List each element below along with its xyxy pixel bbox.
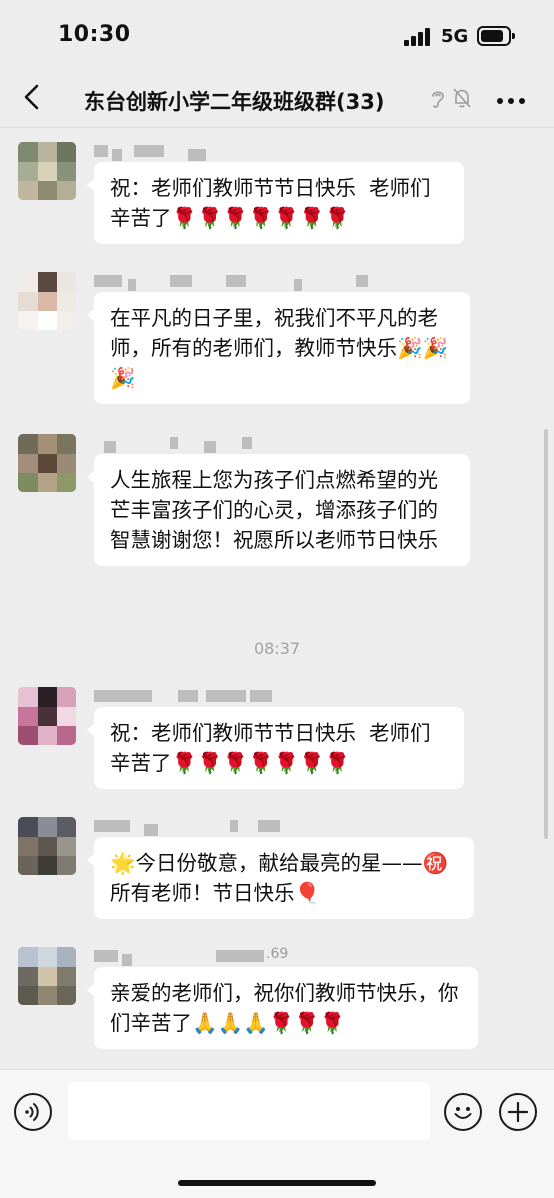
avatar[interactable] — [18, 687, 76, 745]
emoji-button[interactable] — [444, 1093, 482, 1131]
avatar[interactable] — [18, 434, 76, 492]
plus-icon — [507, 1101, 529, 1123]
smiley-icon — [454, 1107, 472, 1119]
sender-name: .69 — [94, 946, 414, 966]
chat-title: 东台创新小学二年级班级群(33) — [84, 90, 385, 114]
voice-icon — [25, 1103, 39, 1121]
home-indicator — [178, 1180, 376, 1186]
message-bubble[interactable]: 在平凡的日子里，祝我们不平凡的老师，所有的老师们，教师节快乐🎉🎉🎉 — [87, 292, 470, 404]
avatar[interactable] — [18, 272, 76, 330]
ear-icon — [432, 91, 444, 108]
message-text: 在平凡的日子里，祝我们不平凡的老师，所有的老师们，教师节快乐🎉🎉🎉 — [110, 306, 449, 390]
message-text: 祝：老师们教师节节日快乐 老师们辛苦了🌹🌹🌹🌹🌹🌹🌹 — [110, 176, 431, 230]
sender-name-suffix: .69 — [266, 946, 289, 962]
avatar[interactable] — [18, 947, 76, 1005]
avatar[interactable] — [18, 817, 76, 875]
voice-button[interactable] — [14, 1093, 52, 1131]
message-bubble[interactable]: 祝：老师们教师节节日快乐 老师们辛苦了🌹🌹🌹🌹🌹🌹🌹 — [87, 162, 464, 244]
plus-button[interactable] — [499, 1093, 537, 1131]
message-text: 🌟今日份敬意，献给最亮的星——㊗️所有老师！节日快乐🎈 — [110, 851, 449, 905]
sender-name — [94, 437, 414, 453]
sender-name — [94, 145, 414, 161]
sender-name — [94, 690, 414, 704]
timestamp: 08:37 — [253, 639, 301, 658]
input-bar — [0, 1069, 554, 1198]
status-time: 10:30 — [58, 22, 131, 47]
signal-icon — [404, 28, 434, 46]
message-bubble[interactable]: 祝：老师们教师节节日快乐 老师们辛苦了🌹🌹🌹🌹🌹🌹🌹 — [87, 707, 464, 789]
message-bubble[interactable]: 人生旅程上您为孩子们点燃希望的光芒丰富孩子们的心灵，增添孩子们的智慧谢谢您！祝愿… — [87, 454, 470, 566]
message-text: 祝：老师们教师节节日快乐 老师们辛苦了🌹🌹🌹🌹🌹🌹🌹 — [110, 721, 431, 775]
chat-area[interactable]: 祝：老师们教师节节日快乐 老师们辛苦了🌹🌹🌹🌹🌹🌹🌹 在平凡的日子里，祝我们不平… — [0, 129, 554, 1069]
message-bubble[interactable]: 🌟今日份敬意，献给最亮的星——㊗️所有老师！节日快乐🎈 — [87, 837, 474, 919]
network-label: 5G — [441, 26, 469, 47]
message-text: 亲爱的老师们，祝你们教师节快乐，你们辛苦了🙏🙏🙏🌹🌹🌹 — [110, 981, 459, 1035]
status-bar: 10:30 5G — [0, 0, 554, 70]
battery-icon — [477, 26, 515, 46]
nav-bar: 东台创新小学二年级班级群(33) — [0, 70, 554, 128]
sender-name — [94, 275, 414, 291]
bell-muted-icon — [453, 88, 471, 108]
sender-name — [94, 820, 414, 836]
avatar[interactable] — [18, 142, 76, 200]
scrollbar[interactable] — [544, 429, 548, 839]
message-input[interactable] — [68, 1082, 430, 1140]
message-text: 人生旅程上您为孩子们点燃希望的光芒丰富孩子们的心灵，增添孩子们的智慧谢谢您！祝愿… — [110, 468, 438, 552]
more-icon[interactable] — [497, 98, 527, 106]
message-bubble[interactable]: 亲爱的老师们，祝你们教师节快乐，你们辛苦了🙏🙏🙏🌹🌹🌹 — [87, 967, 478, 1049]
back-icon[interactable] — [18, 82, 48, 112]
